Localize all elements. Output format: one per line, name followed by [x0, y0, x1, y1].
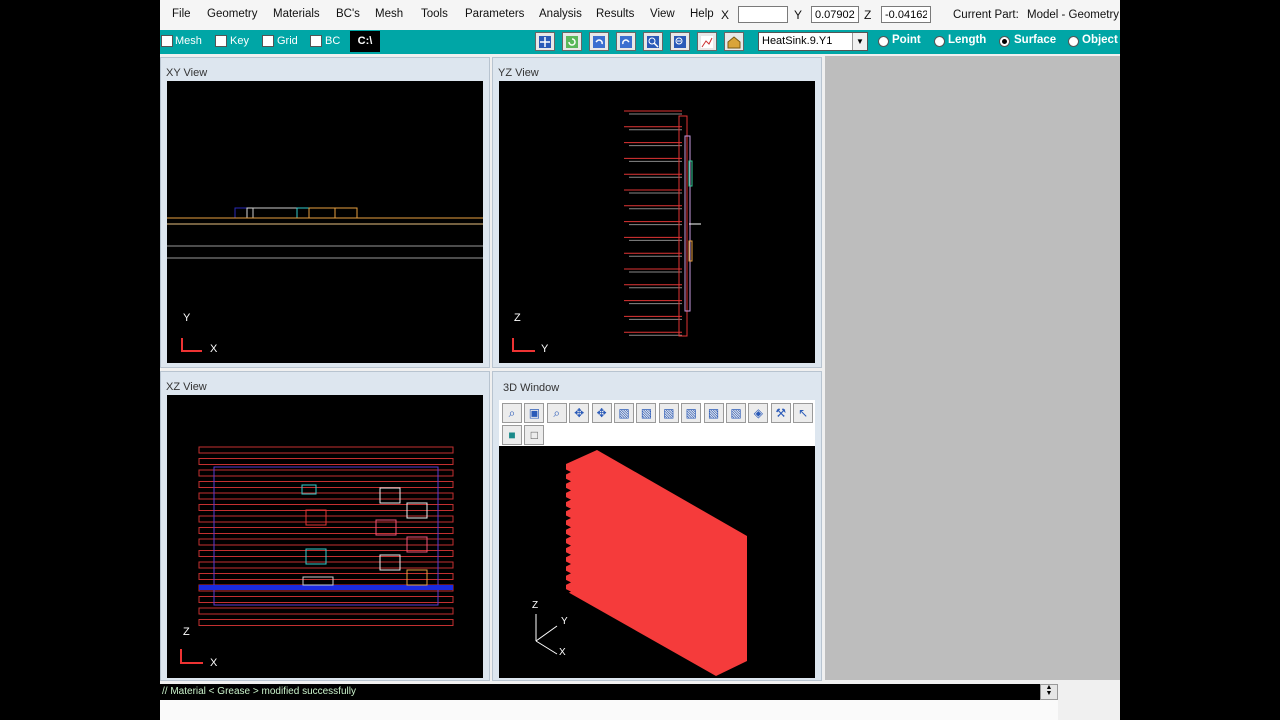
surface-radio-label: Surface: [1014, 34, 1057, 46]
zoom-in-icon[interactable]: [643, 32, 663, 51]
wireframe-render-icon[interactable]: □: [524, 425, 545, 445]
3d-window-panel: 3D Window ⌕ ▣ ⌕ ✥ ✥ ▧ ▧ ▧ ▧ ▧ ▧ ◈ ⚒ ↖ ■ □ Z Y X: [492, 371, 822, 681]
left-view-icon[interactable]: ▧: [703, 403, 724, 423]
x-coord-input[interactable]: [738, 6, 788, 23]
yz-view-geometry: [512, 110, 701, 352]
xy-axis-x-label: X: [210, 343, 218, 355]
refresh-icon[interactable]: [562, 32, 582, 51]
toolbar: Mesh Key Grid BC C:\ HeatSink.9.Y1 ▼ Poi…: [160, 30, 1120, 54]
xy-view-geometry: [167, 207, 483, 352]
xz-view-title: XZ View: [166, 381, 207, 393]
x-coord-label: X: [721, 8, 730, 22]
xz-view-geometry: [180, 446, 454, 664]
xy-view-title: XY View: [166, 67, 208, 79]
home-icon[interactable]: [724, 32, 744, 51]
menu-file[interactable]: File: [172, 8, 191, 20]
3d-toolbar: ⌕ ▣ ⌕ ✥ ✥ ▧ ▧ ▧ ▧ ▧ ▧ ◈ ⚒ ↖ ■ □: [499, 400, 815, 446]
back-view-icon[interactable]: ▧: [636, 403, 657, 423]
yz-view-title: YZ View: [498, 67, 539, 79]
current-part-value: Model - Geometry: [1027, 9, 1120, 21]
iso-view-icon[interactable]: ◈: [748, 403, 769, 423]
y-coord-input[interactable]: [811, 6, 859, 23]
menu-bcs[interactable]: BC's: [336, 8, 360, 20]
zoom-out-icon[interactable]: [670, 32, 690, 51]
menu-help[interactable]: Help: [690, 8, 714, 20]
y-coord-label: Y: [794, 8, 803, 22]
xz-view-panel: XZ View Z X: [160, 371, 490, 681]
status-strip: [160, 700, 1058, 720]
thermal-app-window: File Geometry Materials BC's Mesh Tools …: [160, 0, 1120, 720]
menu-geometry[interactable]: Geometry: [207, 8, 258, 20]
top-view-icon[interactable]: ▧: [658, 403, 679, 423]
heatsink-3d-model: [566, 450, 747, 676]
chevron-down-icon[interactable]: ▼: [852, 33, 867, 50]
menu-view[interactable]: View: [650, 8, 675, 20]
xy-view-panel: XY View Y X: [160, 57, 490, 368]
3d-axis-y-label: Y: [561, 616, 568, 627]
object-radio-label: Object: [1082, 34, 1118, 46]
part-select-value: HeatSink.9.Y1: [762, 35, 833, 47]
undo-icon[interactable]: [589, 32, 609, 51]
tools-icon[interactable]: ⚒: [770, 403, 791, 423]
command-prompt-button[interactable]: C:\: [350, 31, 380, 52]
move-icon[interactable]: ✥: [591, 403, 612, 423]
key-checkbox-label: Key: [230, 35, 249, 47]
xz-axis-x-label: X: [210, 657, 218, 669]
yz-axis-z-label: Z: [514, 312, 521, 324]
point-radio-label: Point: [892, 34, 921, 46]
zoom-window-icon[interactable]: ▣: [524, 403, 545, 423]
object-radio[interactable]: [1068, 36, 1079, 47]
chart-icon[interactable]: [697, 32, 717, 51]
z-coord-input[interactable]: [881, 6, 931, 23]
yz-viewport[interactable]: Z Y: [499, 81, 815, 363]
3d-window-title: 3D Window: [503, 382, 560, 394]
yz-axis-y-label: Y: [541, 343, 549, 355]
redo-icon[interactable]: [616, 32, 636, 51]
z-coord-label: Z: [864, 8, 872, 22]
yz-view-panel: YZ View Z Y: [492, 57, 822, 368]
mesh-checkbox[interactable]: [161, 35, 173, 47]
menu-analysis[interactable]: Analysis: [539, 8, 582, 20]
menu-mesh[interactable]: Mesh: [375, 8, 403, 20]
menu-materials[interactable]: Materials: [273, 8, 320, 20]
xz-viewport[interactable]: Z X: [167, 395, 483, 678]
menu-parameters[interactable]: Parameters: [465, 8, 524, 20]
menu-bar: File Geometry Materials BC's Mesh Tools …: [160, 0, 1120, 30]
point-radio[interactable]: [878, 36, 889, 47]
xy-viewport[interactable]: Y X: [167, 81, 483, 363]
console-output: // Material < Grease > modified successf…: [160, 684, 1058, 700]
3d-viewport[interactable]: Z Y X: [499, 446, 815, 678]
length-radio[interactable]: [934, 36, 945, 47]
solid-render-icon[interactable]: ■: [502, 425, 522, 445]
xz-axis-z-label: Z: [183, 626, 190, 638]
menu-tools[interactable]: Tools: [421, 8, 448, 20]
grid-checkbox[interactable]: [262, 35, 274, 47]
xy-axis-y-label: Y: [183, 312, 191, 324]
zoom-icon[interactable]: ⌕: [546, 403, 567, 423]
pan-icon[interactable]: ⌕: [502, 403, 522, 423]
mesh-checkbox-label: Mesh: [175, 35, 202, 47]
current-part-label: Current Part:: [953, 9, 1019, 21]
3d-axis-x-label: X: [559, 647, 566, 658]
rotate-icon[interactable]: ✥: [569, 403, 590, 423]
key-checkbox[interactable]: [215, 35, 227, 47]
bc-checkbox-label: BC: [325, 35, 341, 47]
3d-view-geometry: [535, 450, 747, 676]
bottom-view-icon[interactable]: ▧: [681, 403, 702, 423]
console-scrollbar[interactable]: ▲ ▼: [1040, 684, 1058, 700]
workspace-background: [825, 56, 1120, 680]
right-strip: [1058, 680, 1120, 720]
right-view-icon[interactable]: ▧: [726, 403, 746, 423]
bc-checkbox[interactable]: [310, 35, 322, 47]
pointer-icon[interactable]: ↖: [793, 403, 814, 423]
part-select[interactable]: HeatSink.9.Y1 ▼: [758, 32, 868, 51]
3d-axis-z-label: Z: [532, 600, 539, 611]
fit-view-icon[interactable]: [535, 32, 555, 51]
surface-radio[interactable]: [999, 36, 1010, 47]
front-view-icon[interactable]: ▧: [614, 403, 634, 423]
grid-checkbox-label: Grid: [277, 35, 298, 47]
length-radio-label: Length: [948, 34, 987, 46]
menu-results[interactable]: Results: [596, 8, 634, 20]
